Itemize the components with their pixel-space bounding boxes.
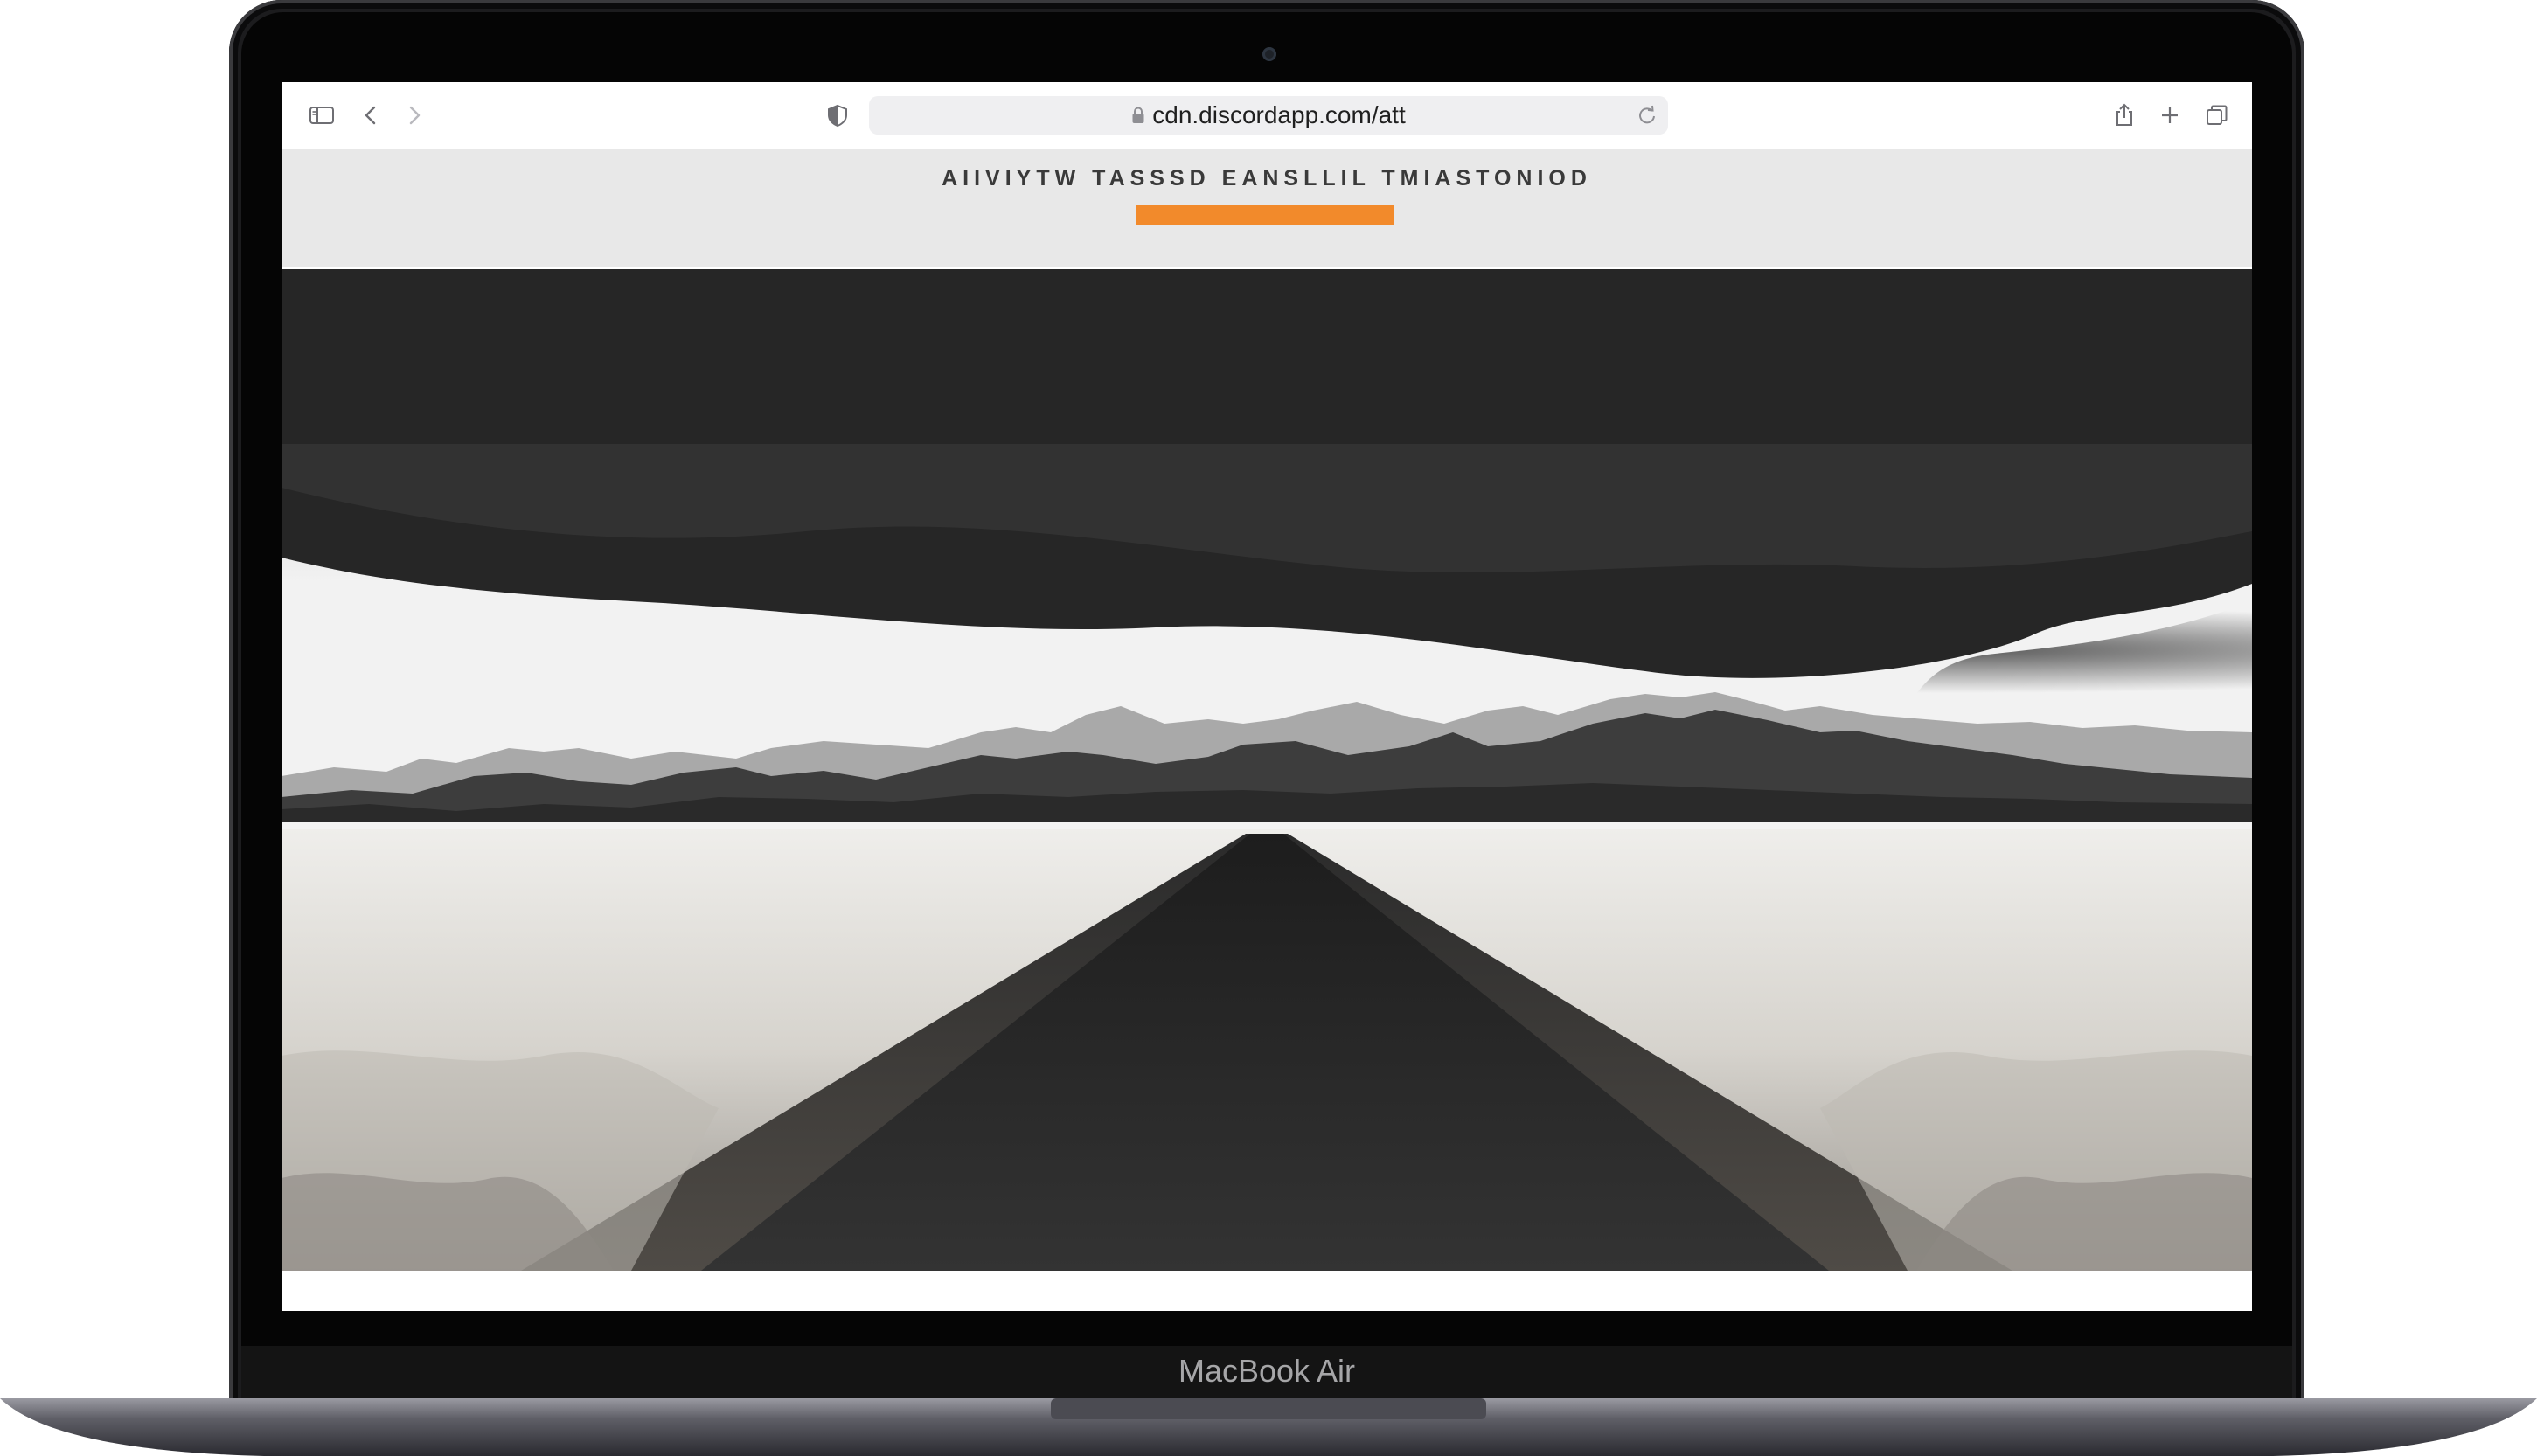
- accent-bar: [1136, 205, 1394, 225]
- shield-icon[interactable]: [820, 98, 855, 133]
- browser-screen: cdn.discordapp.com/att AIIVIYTW TASSSD E…: [282, 82, 2252, 1311]
- model-label: MacBook Air: [1178, 1353, 1356, 1389]
- url-text: cdn.discordapp.com/att: [1152, 101, 1406, 128]
- plus-icon[interactable]: [2152, 98, 2187, 133]
- camera-icon: [1262, 47, 1276, 61]
- laptop-base: [0, 1398, 2537, 1456]
- page-footer-strip: [282, 1271, 2252, 1311]
- chevron-right-icon[interactable]: [397, 98, 432, 133]
- tab-overview-icon[interactable]: [2200, 98, 2235, 133]
- reload-icon[interactable]: [1635, 103, 1659, 128]
- hero-image: [282, 269, 2252, 1271]
- page-title: AIIVIYTW TASSSD EANSLLIL TMIASTONIOD: [942, 166, 1592, 191]
- lock-icon: [1131, 107, 1145, 124]
- share-icon[interactable]: [2107, 98, 2142, 133]
- chevron-left-icon[interactable]: [353, 98, 388, 133]
- browser-toolbar: cdn.discordapp.com/att: [282, 82, 2252, 149]
- sidebar-icon[interactable]: [304, 98, 339, 133]
- address-bar[interactable]: cdn.discordapp.com/att: [869, 96, 1668, 135]
